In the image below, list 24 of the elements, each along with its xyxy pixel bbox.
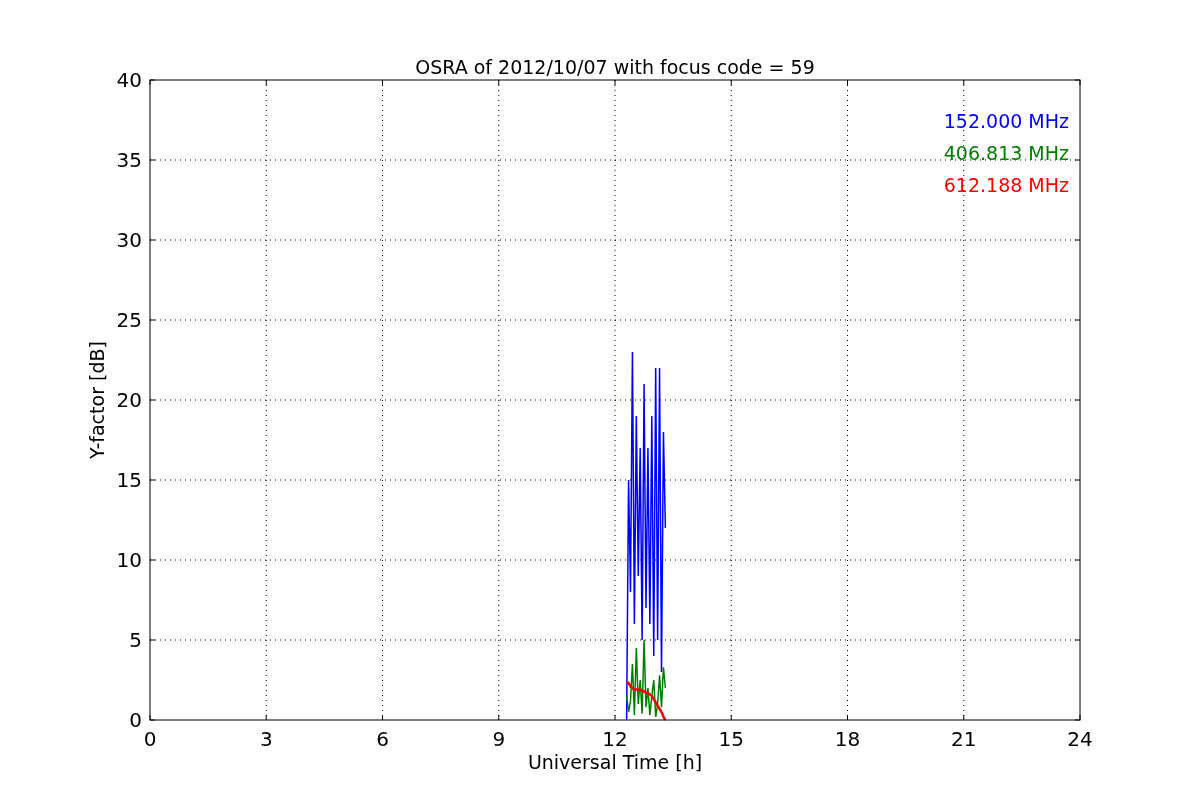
legend-label: 152.000 MHz <box>943 110 1069 132</box>
x-tick-label: 0 <box>143 727 157 751</box>
y-tick-label: 30 <box>116 228 142 252</box>
y-tick-label: 5 <box>129 628 142 652</box>
x-tick-label: 12 <box>602 727 628 751</box>
y-tick-label: 20 <box>116 388 142 412</box>
x-tick-label: 15 <box>718 727 744 751</box>
y-tick-label: 10 <box>116 548 142 572</box>
x-tick-label: 6 <box>376 727 389 751</box>
y-tick-label: 25 <box>116 308 142 332</box>
x-tick-label: 21 <box>951 727 977 751</box>
x-axis-label: Universal Time [h] <box>527 751 703 773</box>
y-tick-label: 0 <box>129 708 142 732</box>
legend-label: 406.813 MHz <box>943 142 1069 164</box>
y-tick-label: 15 <box>116 468 142 492</box>
y-axis-label: Y-factor [dB] <box>86 341 108 459</box>
x-tick-label: 3 <box>259 727 273 751</box>
y-tick-label: 40 <box>116 68 142 92</box>
y-tick-label: 35 <box>116 148 142 172</box>
x-tick-label: 18 <box>834 727 861 751</box>
x-tick-label: 9 <box>492 727 506 751</box>
legend-label: 612.188 MHz <box>943 174 1069 196</box>
chart-title: OSRA of 2012/10/07 with focus code = 59 <box>415 56 815 78</box>
x-tick-label: 24 <box>1067 727 1093 751</box>
